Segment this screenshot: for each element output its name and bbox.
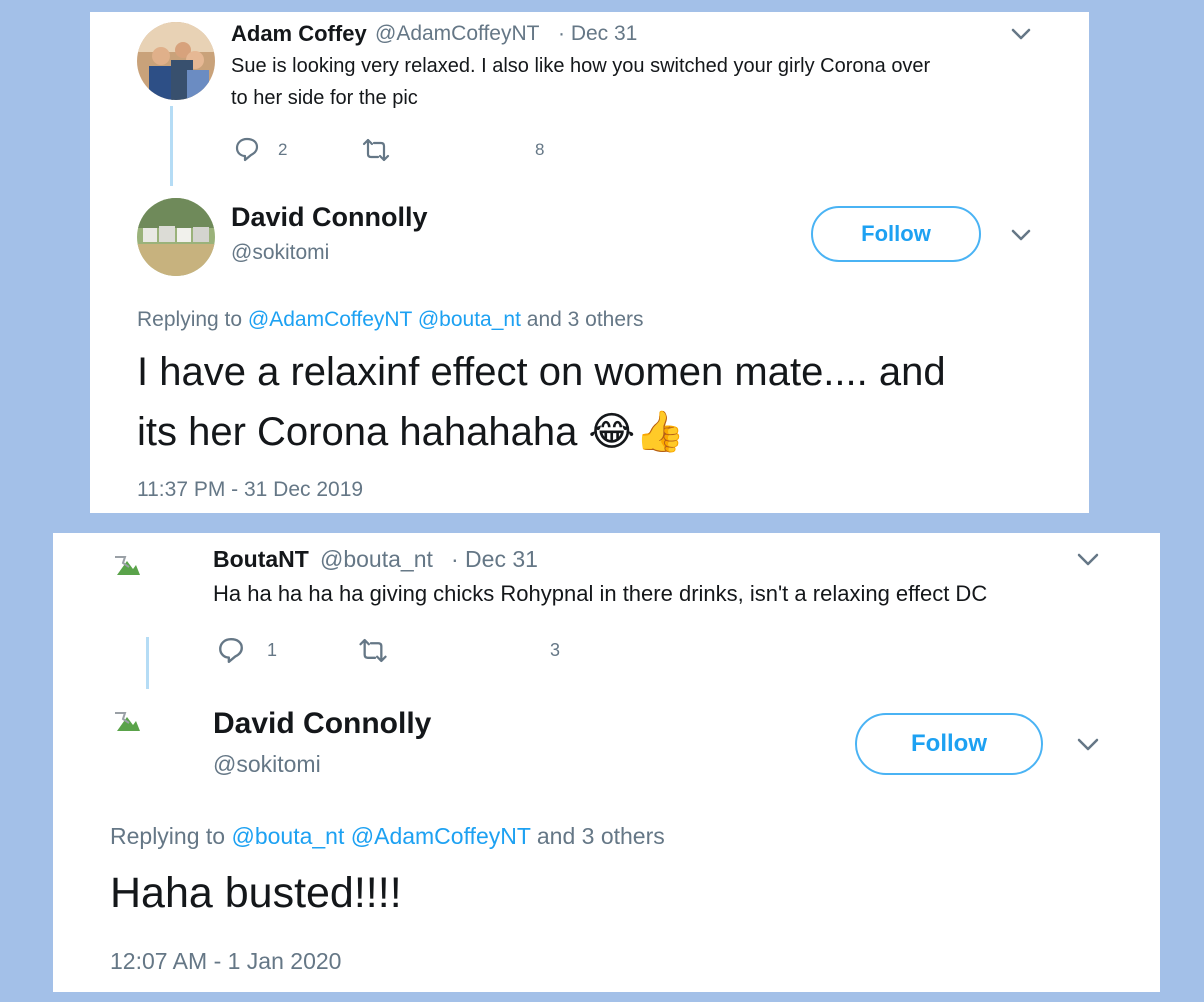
chevron-down-icon[interactable]: [1010, 27, 1032, 41]
author-name[interactable]: BoutaNT: [213, 546, 309, 573]
tweet-date[interactable]: · Dec 31: [451, 546, 538, 573]
mention-link[interactable]: @bouta_nt: [418, 308, 521, 331]
author-name[interactable]: Adam Coffey: [231, 21, 367, 47]
author-handle[interactable]: @sokitomi: [213, 751, 321, 778]
tweet-date[interactable]: · Dec 31: [558, 22, 637, 46]
author-name[interactable]: David Connolly: [231, 202, 428, 233]
tweet-text: Haha busted!!!!: [110, 869, 402, 917]
follow-button[interactable]: Follow: [855, 713, 1043, 775]
mention-link[interactable]: @bouta_nt: [231, 823, 344, 849]
thread-line: [170, 106, 173, 186]
broken-image-icon: [115, 556, 140, 575]
broken-image-icon: [115, 712, 140, 731]
replying-to: Replying to @AdamCoffeyNT @bouta_nt and …: [137, 308, 644, 332]
author-handle[interactable]: @AdamCoffeyNT: [375, 22, 539, 46]
retweet-icon[interactable]: [356, 638, 390, 663]
chevron-down-icon[interactable]: [1076, 552, 1100, 567]
replying-suffix[interactable]: and 3 others: [537, 823, 665, 849]
follow-button[interactable]: Follow: [811, 206, 981, 262]
tweet-text-line: I have a relaxinf effect on women mate..…: [137, 350, 946, 394]
tweet-text-line: to her side for the pic: [231, 87, 418, 109]
thread-line: [146, 637, 149, 689]
reply-icon[interactable]: [217, 636, 245, 664]
author-handle[interactable]: @bouta_nt: [320, 546, 433, 573]
replying-to: Replying to @bouta_nt @AdamCoffeyNT and …: [110, 823, 665, 850]
author-handle[interactable]: @sokitomi: [231, 241, 329, 265]
like-count: 3: [550, 640, 561, 660]
tweet-text-line: Sue is looking very relaxed. I also like…: [231, 55, 931, 77]
retweet-icon[interactable]: [360, 138, 392, 162]
tweet-text-line: its her Corona hahahaha 😂👍: [137, 410, 685, 454]
tweet-text: Ha ha ha ha ha giving chicks Rohypnal in…: [213, 581, 988, 606]
tweet-card-2: BoutaNT @bouta_nt · Dec 31 Ha ha ha ha h…: [53, 533, 1160, 992]
tweet-timestamp[interactable]: 12:07 AM - 1 Jan 2020: [110, 948, 341, 975]
chevron-down-icon[interactable]: [1010, 228, 1032, 242]
reply-count: 1: [267, 640, 278, 660]
author-name[interactable]: David Connolly: [213, 707, 431, 741]
replying-prefix: Replying to: [137, 308, 243, 331]
avatar-adam-coffey[interactable]: [137, 22, 215, 100]
replying-suffix[interactable]: and 3 others: [527, 308, 644, 331]
replying-prefix: Replying to: [110, 823, 226, 849]
tweet-card-1: Adam Coffey @AdamCoffeyNT · Dec 31 Sue i…: [90, 12, 1089, 513]
tweet-timestamp[interactable]: 11:37 PM - 31 Dec 2019: [137, 478, 363, 502]
avatar-david-connolly[interactable]: [137, 198, 215, 276]
chevron-down-icon[interactable]: [1076, 737, 1100, 752]
reply-count: 2: [278, 140, 288, 159]
mention-link[interactable]: @AdamCoffeyNT: [248, 308, 412, 331]
like-count: 8: [535, 140, 545, 159]
mention-link[interactable]: @AdamCoffeyNT: [351, 823, 531, 849]
reply-icon[interactable]: [234, 136, 260, 162]
